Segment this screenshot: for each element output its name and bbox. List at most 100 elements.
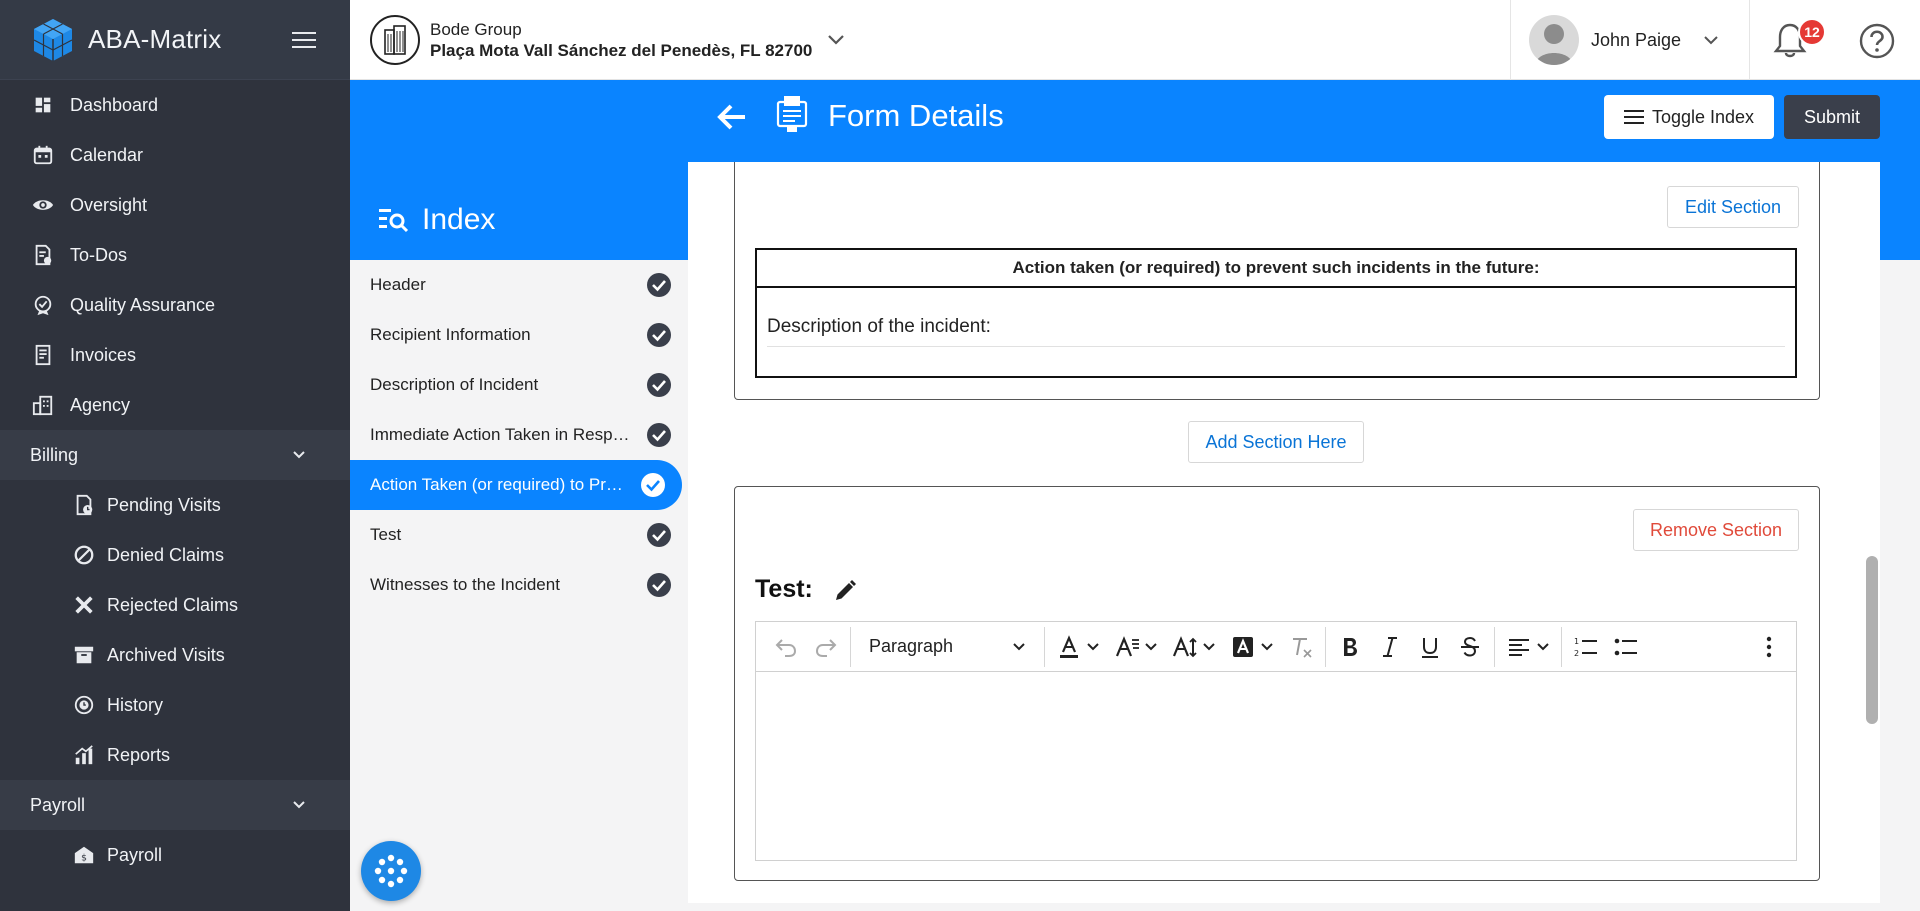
back-arrow-icon[interactable]	[715, 100, 749, 134]
more-options-button[interactable]	[1749, 622, 1796, 672]
index-item-immediate-action[interactable]: Immediate Action Taken in Response	[350, 410, 688, 460]
nav-item-label: Calendar	[70, 144, 144, 165]
badge-check-icon	[32, 294, 54, 316]
nav-item-label: Dashboard	[70, 94, 159, 115]
submit-button[interactable]: Submit	[1784, 95, 1880, 139]
nav-item-invoices[interactable]: Invoices	[0, 330, 350, 380]
numbered-list-icon: 12	[1574, 637, 1597, 658]
index-item-action-taken-active[interactable]: Action Taken (or required) to Prevent	[350, 460, 682, 510]
index-item-test[interactable]: Test	[350, 510, 688, 560]
font-family-icon	[1115, 635, 1139, 656]
rich-text-editor: Paragraph 12	[755, 621, 1797, 861]
font-size-button[interactable]	[1165, 622, 1223, 672]
edit-section-button[interactable]: Edit Section	[1667, 186, 1799, 228]
undo-button[interactable]	[766, 622, 806, 672]
index-item-description-of-incident[interactable]: Description of Incident	[350, 360, 688, 410]
index-item-label: Description of Incident	[370, 375, 539, 394]
block-format-value: Paragraph	[869, 636, 954, 656]
section-card-action-taken: Edit Section Action taken (or required) …	[734, 162, 1820, 400]
form-content: Edit Section Action taken (or required) …	[688, 162, 1880, 903]
nav-item-agency[interactable]: Agency	[0, 380, 350, 430]
nav-item-label: Payroll	[107, 844, 163, 865]
sidebar: ABA-Matrix Dashboard Calendar Oversight …	[0, 0, 350, 911]
nav-item-reports[interactable]: Reports	[0, 730, 350, 780]
company-switcher-chevron-icon[interactable]	[825, 28, 847, 50]
clear-formatting-button[interactable]	[1281, 622, 1321, 672]
strikethrough-icon	[1461, 636, 1479, 657]
toggle-index-button[interactable]: Toggle Index	[1604, 95, 1774, 139]
align-button[interactable]	[1499, 622, 1557, 672]
nav-item-dashboard[interactable]: Dashboard	[0, 80, 350, 130]
invoice-icon	[32, 344, 54, 366]
main-nav: Dashboard Calendar Oversight To-Dos Qual…	[0, 80, 350, 430]
nav-item-rejected-claims[interactable]: Rejected Claims	[0, 580, 350, 630]
nav-item-label: Pending Visits	[107, 494, 221, 515]
numbered-list-button[interactable]: 12	[1566, 622, 1606, 672]
chevron-down-icon	[1537, 642, 1549, 650]
index-item-label: Recipient Information	[370, 325, 531, 344]
toolbar-separator	[1561, 626, 1562, 667]
italic-icon	[1383, 636, 1397, 657]
nav-item-oversight[interactable]: Oversight	[0, 180, 350, 230]
x-icon	[73, 594, 95, 616]
list-icon	[1623, 110, 1644, 124]
chevron-down-icon	[1261, 642, 1273, 650]
nav-item-todos[interactable]: To-Dos	[0, 230, 350, 280]
more-vertical-icon	[1766, 636, 1772, 657]
history-icon	[73, 694, 95, 716]
check-circle-icon	[647, 423, 671, 447]
check-circle-icon	[647, 323, 671, 347]
nav-item-pending-visits[interactable]: Pending Visits	[0, 480, 350, 530]
font-size-icon	[1172, 635, 1197, 657]
help-icon[interactable]	[1858, 22, 1896, 60]
nav-item-denied-claims[interactable]: Denied Claims	[0, 530, 350, 580]
pencil-edit-icon[interactable]	[833, 579, 857, 603]
chevron-down-icon	[293, 801, 305, 809]
page-title: Form Details	[828, 98, 1004, 133]
nav-group-billing[interactable]: Billing	[0, 430, 350, 480]
bullet-list-icon	[1614, 638, 1637, 655]
remove-section-button[interactable]: Remove Section	[1633, 509, 1799, 551]
text-color-button[interactable]	[1049, 622, 1107, 672]
index-item-witnesses[interactable]: Witnesses to the Incident	[350, 560, 688, 610]
editor-body[interactable]	[756, 672, 1796, 861]
index-item-header[interactable]: Header	[350, 260, 688, 310]
brand-name: ABA-Matrix	[88, 24, 222, 54]
nav-item-label: Oversight	[70, 194, 148, 215]
toolbar-separator	[1325, 626, 1326, 667]
nav-group-payroll[interactable]: Payroll	[0, 780, 350, 830]
bullet-list-button[interactable]	[1606, 622, 1646, 672]
italic-button[interactable]	[1370, 622, 1410, 672]
block-icon	[73, 544, 95, 566]
index-item-label: Header	[370, 275, 426, 294]
add-section-button[interactable]: Add Section Here	[1188, 421, 1364, 463]
nav-group-label: Billing	[30, 444, 79, 465]
widget-launcher-button[interactable]	[361, 841, 421, 901]
nav-item-history[interactable]: History	[0, 680, 350, 730]
nav-item-archived-visits[interactable]: Archived Visits	[0, 630, 350, 680]
eye-icon	[32, 194, 54, 216]
billing-submenu: Pending Visits Denied Claims Rejected Cl…	[0, 480, 350, 780]
block-format-select[interactable]: Paragraph	[855, 622, 1040, 672]
toolbar-separator	[1494, 626, 1495, 667]
index-item-recipient-information[interactable]: Recipient Information	[350, 310, 688, 360]
nav-item-calendar[interactable]: Calendar	[0, 130, 350, 180]
check-circle-icon	[647, 273, 671, 297]
svg-text:1: 1	[1574, 637, 1579, 646]
index-list: Header Recipient Information Description…	[350, 260, 688, 911]
scrollbar-thumb[interactable]	[1866, 556, 1878, 724]
font-family-button[interactable]	[1107, 622, 1165, 672]
hamburger-icon[interactable]	[292, 30, 316, 50]
brand[interactable]: ABA-Matrix	[0, 0, 350, 80]
underline-button[interactable]	[1410, 622, 1450, 672]
nav-item-label: Invoices	[70, 344, 137, 365]
strikethrough-button[interactable]	[1450, 622, 1490, 672]
nav-item-payroll[interactable]: $ Payroll	[0, 830, 350, 880]
highlight-color-button[interactable]	[1223, 622, 1281, 672]
building-icon	[32, 394, 54, 416]
bold-button[interactable]	[1330, 622, 1370, 672]
redo-button[interactable]	[806, 622, 846, 672]
section-card-test: Remove Section Test: Paragraph 1 2	[734, 486, 1820, 881]
user-menu[interactable]: John Paige	[1510, 0, 1750, 80]
nav-item-quality-assurance[interactable]: Quality Assurance	[0, 280, 350, 330]
